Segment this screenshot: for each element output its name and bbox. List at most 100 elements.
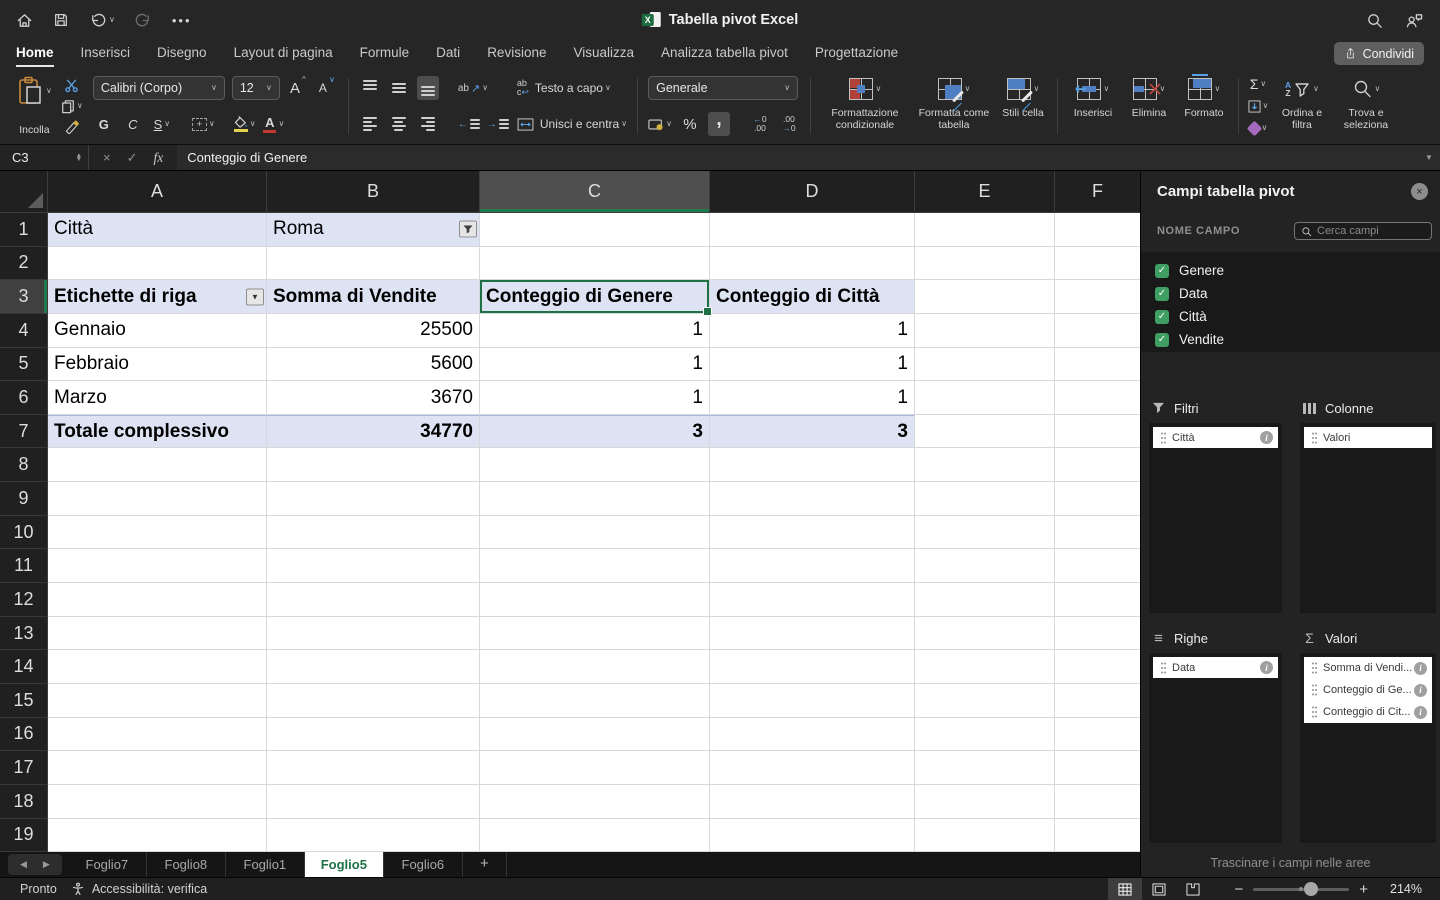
cell-C11[interactable] [480, 549, 710, 584]
cell-A1[interactable]: Città [48, 213, 267, 247]
comma-style-button[interactable]: , [707, 111, 730, 136]
cell-A19[interactable] [48, 818, 267, 852]
field-pill-data[interactable]: Data i [1153, 657, 1278, 678]
find-select-button[interactable]: ∨ Trova e seleziona [1333, 72, 1399, 140]
ribbon-tab-analizza-tabella-pivot[interactable]: Analizza tabella pivot [661, 40, 788, 67]
cell-C12[interactable] [480, 583, 710, 617]
undo-dropdown-icon[interactable]: ∨ [109, 16, 115, 24]
accessibility-status[interactable]: Accessibilità: verifica [71, 882, 207, 896]
row-header-19[interactable]: 19 [0, 818, 48, 852]
cell-E13[interactable] [915, 616, 1055, 651]
cell-E10[interactable] [915, 515, 1055, 550]
row-header-1[interactable]: 1 [0, 213, 48, 247]
field-item-citt-[interactable]: ✓ Città [1141, 305, 1440, 328]
columns-drop-zone[interactable]: Valori [1300, 423, 1436, 613]
cell-B19[interactable] [267, 818, 480, 852]
cell-B15[interactable] [267, 683, 480, 718]
cell-B3[interactable]: Somma di Vendite [267, 280, 480, 314]
cell-A17[interactable] [48, 751, 267, 785]
row-header-12[interactable]: 12 [0, 583, 48, 617]
row-header-10[interactable]: 10 [0, 515, 48, 550]
cell-F2[interactable] [1055, 246, 1140, 281]
align-top-button[interactable] [359, 76, 381, 100]
field-pill-conteggio-di-cit-[interactable]: Conteggio di Cit... i [1304, 701, 1432, 723]
align-bottom-button[interactable] [416, 76, 439, 100]
cell-E2[interactable] [915, 246, 1055, 281]
field-pill-somma-di-vendi-[interactable]: Somma di Vendi... i [1304, 657, 1432, 679]
feedback-icon[interactable] [1405, 12, 1424, 29]
sheet-tab-foglio8[interactable]: Foglio8 [147, 852, 226, 877]
field-item-genere[interactable]: ✓ Genere [1141, 259, 1440, 282]
cell-D1[interactable] [710, 213, 915, 247]
column-header-a[interactable]: A [48, 171, 267, 213]
cell-C6[interactable]: 1 [480, 381, 710, 415]
borders-button[interactable]: + ∨ [191, 112, 215, 136]
cell-B16[interactable] [267, 717, 480, 752]
field-pill-conteggio-di-ge-[interactable]: Conteggio di Ge... i [1304, 679, 1432, 701]
underline-button[interactable]: S ∨ [151, 112, 173, 136]
add-sheet-button[interactable]: + [463, 852, 507, 877]
select-all-corner[interactable] [0, 171, 48, 213]
cell-B7[interactable]: 34770 [267, 414, 480, 449]
cell-B10[interactable] [267, 515, 480, 550]
cell-D12[interactable] [710, 583, 915, 617]
decrease-font-button[interactable]: A ∨ [316, 76, 338, 100]
cell-B4[interactable]: 25500 [267, 313, 480, 348]
row-header-14[interactable]: 14 [0, 650, 48, 684]
field-search-input[interactable] [1317, 225, 1425, 237]
cell-A13[interactable] [48, 616, 267, 651]
cell-D4[interactable]: 1 [710, 313, 915, 348]
sheet-tab-foglio7[interactable]: Foglio7 [68, 852, 147, 877]
formula-input[interactable]: Conteggio di Genere [177, 145, 1418, 170]
cell-A16[interactable] [48, 717, 267, 752]
cell-D18[interactable] [710, 784, 915, 819]
filters-drop-zone[interactable]: Città i [1149, 423, 1282, 613]
cell-E6[interactable] [915, 381, 1055, 415]
cell-F14[interactable] [1055, 650, 1140, 684]
field-search-box[interactable] [1294, 222, 1432, 240]
clear-button[interactable]: ∨ [1246, 117, 1269, 139]
cell-A9[interactable] [48, 482, 267, 516]
cell-A3[interactable]: Etichette di riga ▼ [48, 280, 267, 314]
cell-B8[interactable] [267, 448, 480, 483]
fill-color-button[interactable]: ∨ [233, 112, 256, 136]
number-format-select[interactable]: Generale ∨ [648, 76, 799, 100]
cell-E14[interactable] [915, 650, 1055, 684]
cell-F15[interactable] [1055, 683, 1140, 718]
row-header-9[interactable]: 9 [0, 482, 48, 516]
page-layout-view-button[interactable] [1142, 878, 1176, 900]
cell-F10[interactable] [1055, 515, 1140, 550]
sort-filter-button[interactable]: AZ ∨ Ordina e filtra [1271, 72, 1333, 140]
insert-function-icon[interactable]: fx [154, 150, 164, 166]
align-center-button[interactable] [388, 112, 410, 136]
paste-dropdown-icon[interactable]: ∨ [46, 87, 52, 95]
undo-button[interactable]: ∨ [89, 12, 115, 29]
cell-C14[interactable] [480, 650, 710, 684]
cell-C4[interactable]: 1 [480, 313, 710, 348]
cell-C18[interactable] [480, 784, 710, 819]
sheet-nav-prev-icon[interactable]: ◀ [20, 859, 27, 870]
cell-F1[interactable] [1055, 213, 1140, 247]
cell-D7[interactable]: 3 [710, 414, 915, 449]
decrease-decimal-button[interactable]: ←0.00 [749, 112, 771, 136]
paste-button[interactable]: ∨ Incolla [14, 74, 55, 138]
cell-B11[interactable] [267, 549, 480, 584]
cell-C15[interactable] [480, 683, 710, 718]
info-icon[interactable]: i [1260, 431, 1273, 444]
formula-bar-expand-icon[interactable]: ▼ [1418, 145, 1440, 170]
cell-C17[interactable] [480, 751, 710, 785]
ribbon-tab-dati[interactable]: Dati [436, 40, 460, 67]
cell-A8[interactable] [48, 448, 267, 483]
column-header-d[interactable]: D [710, 171, 915, 213]
format-cells-button[interactable]: ∨ Formato [1176, 72, 1232, 140]
row-header-8[interactable]: 8 [0, 448, 48, 483]
info-icon[interactable]: i [1414, 683, 1427, 697]
cell-D5[interactable]: 1 [710, 347, 915, 382]
ribbon-tab-visualizza[interactable]: Visualizza [573, 40, 634, 67]
cell-E9[interactable] [915, 482, 1055, 516]
percent-style-button[interactable]: % [679, 112, 701, 136]
cell-B18[interactable] [267, 784, 480, 819]
cell-E11[interactable] [915, 549, 1055, 584]
cell-D2[interactable] [710, 246, 915, 281]
cell-F19[interactable] [1055, 818, 1140, 852]
